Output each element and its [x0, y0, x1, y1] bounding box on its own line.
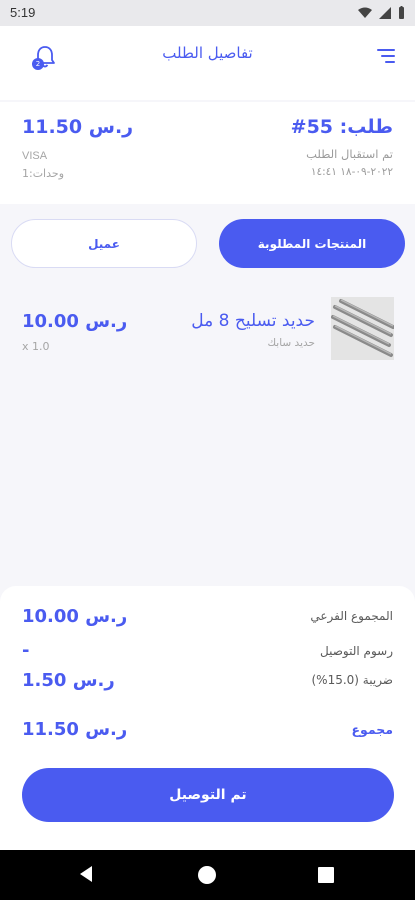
status-bar: [0, 0, 415, 26]
rebar-image: [331, 297, 394, 360]
tax-value: 1.50 ر.س: [22, 670, 115, 691]
menu-icon[interactable]: [377, 48, 395, 64]
tax-amount: 1.50: [22, 670, 67, 691]
page-title: تفاصيل الطلب: [162, 44, 253, 62]
app-bar: [0, 26, 415, 100]
delivery-fee-value: -: [22, 640, 30, 661]
subtotal-label: المجموع الفرعي: [310, 609, 393, 623]
subtotal-amount: 10.00: [22, 606, 79, 627]
order-total: 11.50 ر.س: [22, 116, 133, 138]
product-price: 10.00 ر.س: [22, 311, 127, 332]
battery-icon: [399, 6, 404, 19]
signal-icon: [379, 6, 391, 19]
tax-label: ضريبة (15.0%): [311, 673, 393, 687]
total-value: 11.50 ر.س: [22, 719, 127, 740]
back-icon[interactable]: [76, 864, 96, 884]
total-amount: 11.50: [22, 719, 79, 740]
recent-apps-icon[interactable]: [318, 867, 334, 883]
home-icon[interactable]: [198, 866, 216, 884]
product-price-amount: 10.00: [22, 311, 79, 332]
total-currency: ر.س: [85, 719, 128, 740]
subtotal-currency: ر.س: [85, 606, 128, 627]
order-units: وحدات:1: [22, 167, 65, 180]
payment-method: VISA: [22, 150, 48, 162]
product-brand: حديد سابك: [267, 337, 315, 349]
order-date: ٢٠٢٢-٠٩-١٨ ١٤:٤١: [310, 166, 393, 178]
status-icons: [358, 6, 405, 19]
tab-customer[interactable]: عميل: [11, 219, 197, 268]
product-quantity: x 1.0: [22, 340, 50, 353]
tax-currency: ر.س: [72, 670, 115, 691]
total-label: مجموع: [351, 722, 393, 737]
product-price-currency: ر.س: [85, 311, 128, 332]
order-status: تم استقبال الطلب: [306, 147, 393, 161]
wifi-icon: [358, 7, 372, 18]
subtotal-value: 10.00 ر.س: [22, 606, 127, 627]
status-time: 5:19: [10, 5, 36, 20]
order-number: طلب: 55#: [290, 116, 393, 138]
order-total-amount: 11.50: [22, 116, 83, 138]
mark-delivered-button[interactable]: تم التوصيل: [22, 768, 394, 822]
notification-badge: 2: [32, 58, 44, 70]
delivery-fee-label: رسوم التوصيل: [319, 644, 393, 658]
tab-requested-products[interactable]: المنتجات المطلوبة: [219, 219, 405, 268]
order-total-currency: ر.س: [88, 116, 134, 138]
product-name: حديد تسليح 8 مل: [191, 311, 315, 331]
